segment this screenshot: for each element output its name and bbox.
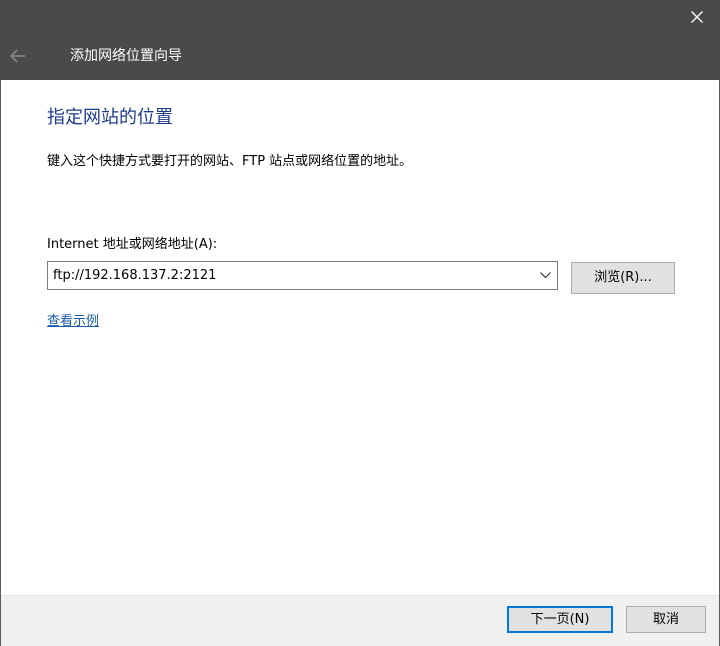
- address-dropdown-button[interactable]: [535, 262, 557, 289]
- browse-button[interactable]: 浏览(R)...: [571, 262, 675, 294]
- address-input[interactable]: [48, 262, 528, 289]
- wizard-title: 添加网络位置向导: [70, 48, 182, 64]
- page-heading: 指定网站的位置: [47, 107, 173, 128]
- chevron-down-icon: [540, 272, 551, 279]
- view-examples-link[interactable]: 查看示例: [47, 312, 99, 332]
- title-bar: 添加网络位置向导: [0, 0, 720, 80]
- close-button[interactable]: [674, 0, 720, 36]
- window-border-left: [0, 80, 1, 646]
- address-combobox[interactable]: [47, 261, 558, 290]
- page-description: 键入这个快捷方式要打开的网站、FTP 站点或网络位置的地址。: [47, 154, 413, 169]
- cancel-button[interactable]: 取消: [626, 606, 706, 633]
- close-icon: [691, 11, 703, 23]
- back-button[interactable]: [4, 42, 32, 70]
- wizard-window: 添加网络位置向导 指定网站的位置 键入这个快捷方式要打开的网站、FTP 站点或网…: [0, 0, 720, 646]
- address-label: Internet 地址或网络地址(A):: [47, 237, 218, 252]
- arrow-left-icon: [10, 49, 25, 63]
- next-button[interactable]: 下一页(N): [507, 606, 613, 633]
